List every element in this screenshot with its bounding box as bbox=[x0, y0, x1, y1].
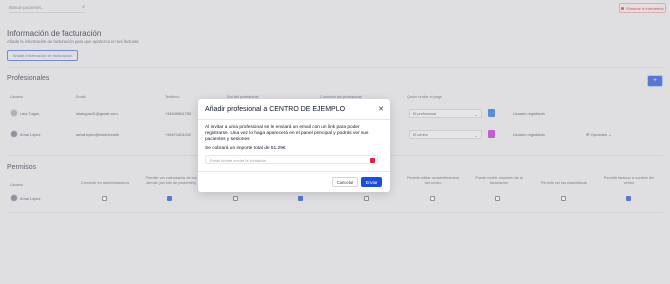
add-professional-modal: Añadir profesional a CENTRO DE EJEMPLO ✕… bbox=[198, 99, 390, 192]
modal-price-note: Se cobrará un importe total de 51.29€ bbox=[205, 146, 286, 151]
modal-title: Añadir profesional a CENTRO DE EJEMPLO bbox=[205, 106, 346, 113]
send-button[interactable]: Enviar bbox=[361, 177, 382, 187]
modal-body-text: Al invitar a un/a profesional se le envi… bbox=[205, 125, 369, 142]
close-icon[interactable]: ✕ bbox=[378, 105, 384, 113]
cancel-button[interactable]: Cancelar bbox=[332, 177, 358, 187]
divider bbox=[198, 119, 390, 120]
divider bbox=[198, 171, 390, 172]
autofill-icon bbox=[370, 157, 375, 163]
invite-email-input[interactable]: Email donde enviar la invitación bbox=[205, 155, 378, 164]
